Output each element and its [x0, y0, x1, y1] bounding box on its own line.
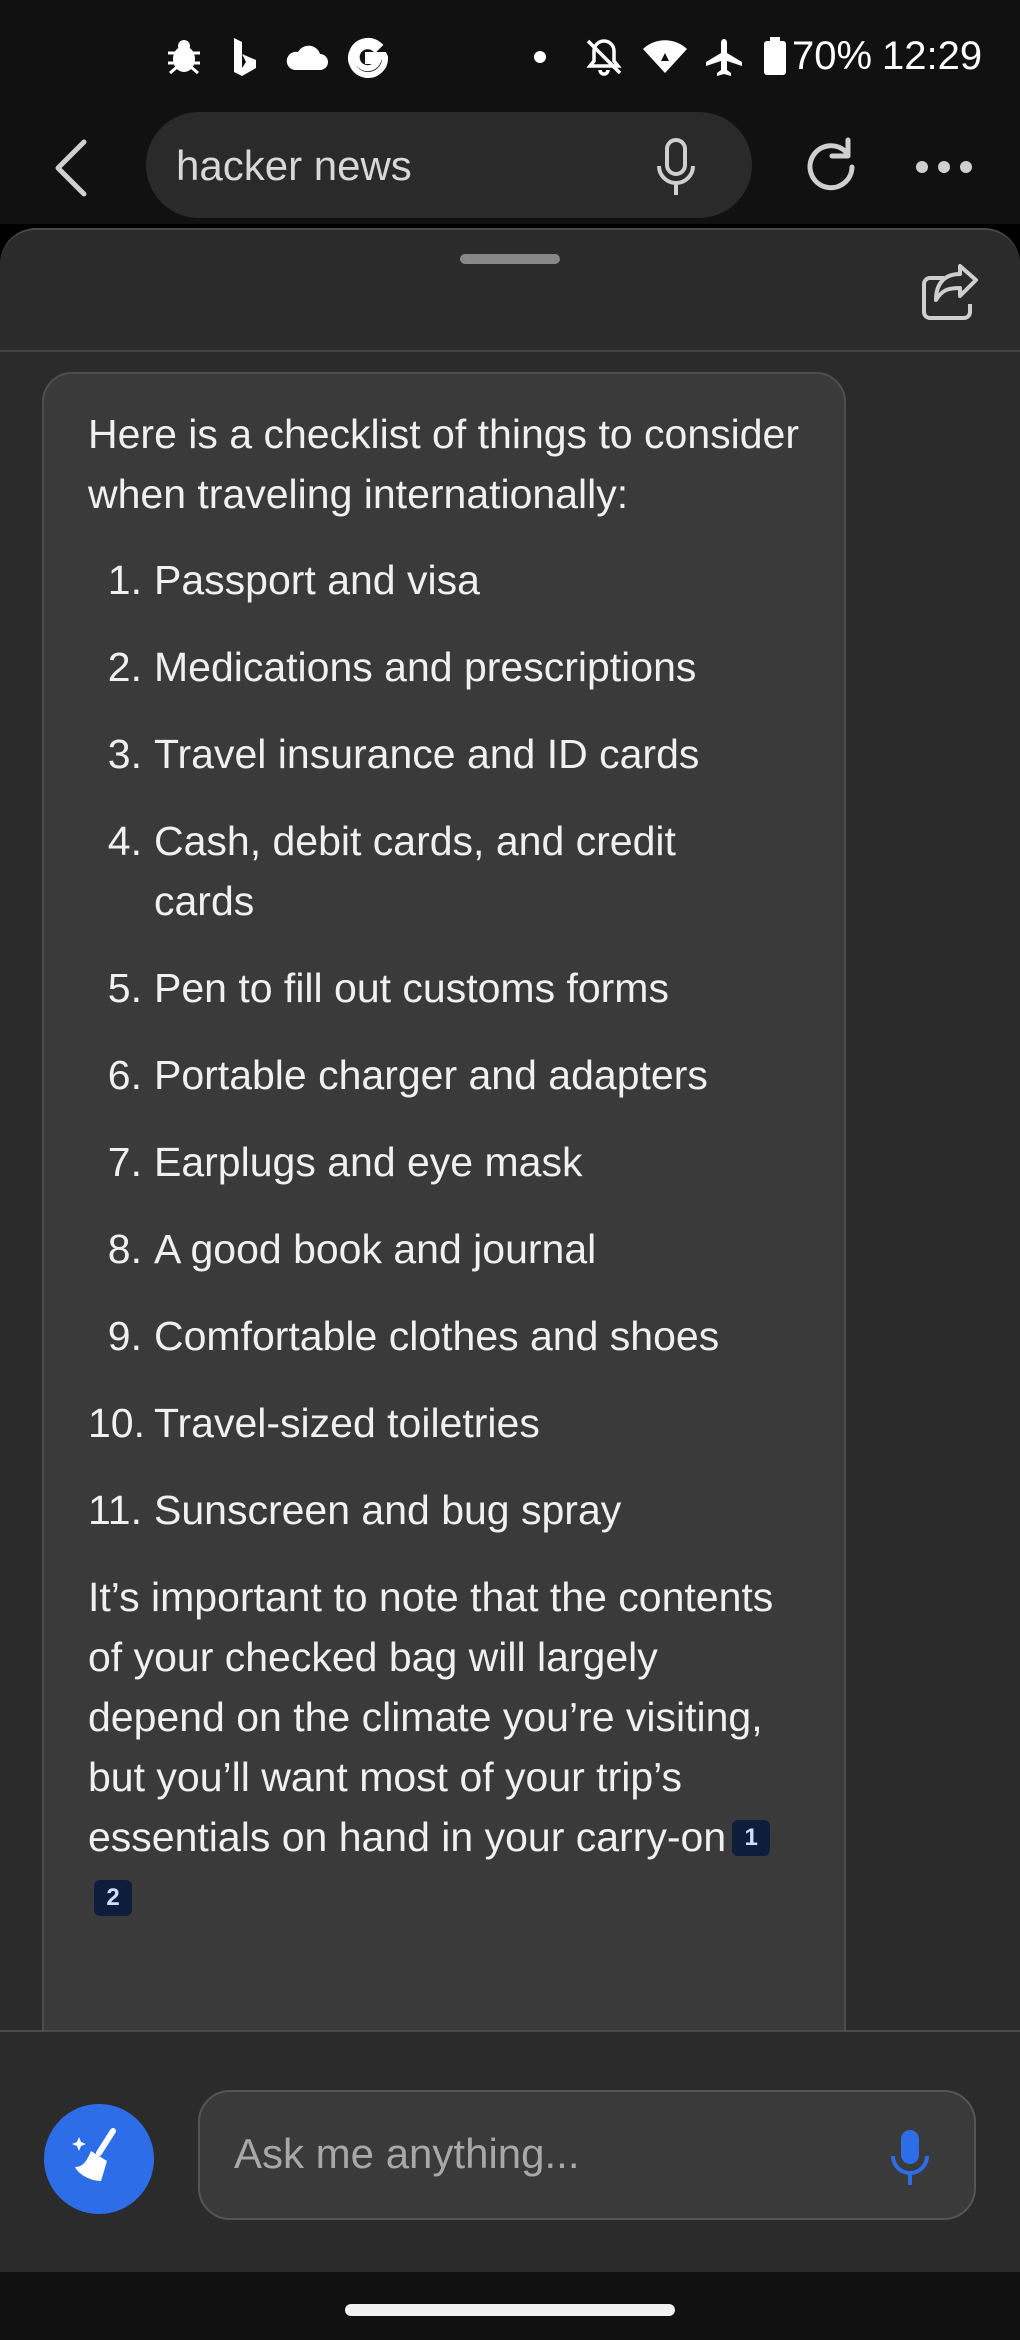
- chat-panel: Here is a checklist of things to conside…: [0, 228, 1020, 2034]
- list-item: 2. Medications and prescriptions: [107, 644, 697, 690]
- citation-badge[interactable]: 1: [732, 1820, 771, 1856]
- assistant-message: Here is a checklist of things to conside…: [42, 372, 846, 2032]
- clock: 12:29: [882, 34, 983, 78]
- bug-icon: [164, 32, 204, 82]
- address-bar[interactable]: hacker news: [146, 112, 752, 218]
- battery-icon: [762, 32, 788, 82]
- list-item: 3. Travel insurance and ID cards: [107, 731, 700, 777]
- composer: Ask me anything...: [0, 2032, 1020, 2272]
- back-arrow-icon[interactable]: [44, 136, 100, 200]
- share-icon[interactable]: [920, 264, 980, 322]
- mute-icon: [584, 32, 624, 82]
- drag-handle[interactable]: [460, 254, 560, 264]
- address-text[interactable]: hacker news: [176, 142, 412, 190]
- list-item: 9. Comfortable clothes and shoes: [107, 1313, 720, 1359]
- wifi-icon: [642, 32, 688, 82]
- list-item: 10. Travel-sized toiletries: [88, 1400, 540, 1446]
- list-item: 4. Cash, debit cards, and credit cards: [107, 818, 676, 924]
- citation-badge[interactable]: 2: [94, 1880, 132, 1916]
- mic-icon[interactable]: [890, 2128, 930, 2188]
- list-item: 7. Earplugs and eye mask: [107, 1139, 583, 1185]
- new-topic-button[interactable]: [44, 2104, 154, 2214]
- navigation-bar: [0, 2272, 1020, 2340]
- message-outro: It’s important to note that the contents…: [88, 1567, 800, 1927]
- conversation-scroll[interactable]: Here is a checklist of things to conside…: [0, 352, 1020, 2032]
- list-item: 5. Pen to fill out customs forms: [107, 965, 669, 1011]
- reload-icon[interactable]: [800, 136, 862, 198]
- battery-percent: 70%: [792, 34, 873, 78]
- home-indicator[interactable]: [345, 2304, 675, 2316]
- broom-icon: [69, 2127, 129, 2192]
- mic-icon[interactable]: [656, 138, 696, 198]
- bing-icon: [230, 32, 260, 82]
- browser-toolbar: hacker news: [0, 112, 1020, 224]
- list-item: 11. Sunscreen and bug spray: [88, 1487, 622, 1533]
- list-item: 6. Portable charger and adapters: [107, 1052, 708, 1098]
- google-icon: [346, 32, 390, 82]
- cloud-icon: [284, 32, 328, 82]
- airplane-icon: [702, 32, 746, 82]
- ask-input[interactable]: Ask me anything...: [198, 2090, 976, 2220]
- dot-icon: [530, 32, 550, 82]
- ask-placeholder: Ask me anything...: [234, 2130, 580, 2177]
- status-bar: 70% 12:29: [0, 0, 1020, 112]
- message-intro: Here is a checklist of things to conside…: [88, 411, 799, 517]
- more-icon[interactable]: [912, 152, 976, 182]
- list-item: 8. A good book and journal: [107, 1226, 597, 1272]
- list-item: 1. Passport and visa: [107, 557, 480, 603]
